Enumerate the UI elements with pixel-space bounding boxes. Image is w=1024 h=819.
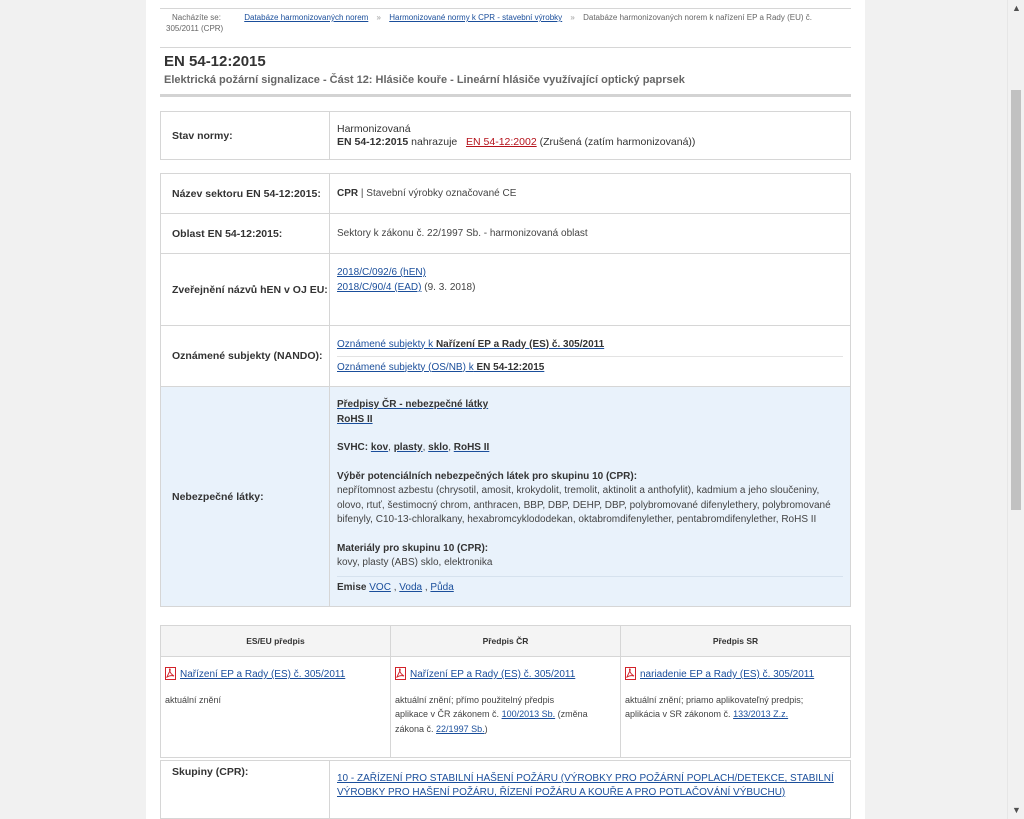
cz-regulation-link[interactable]: Nařízení EP a Rady (ES) č. 305/2011: [410, 669, 575, 680]
status-row: Stav normy: Harmonizovaná EN 54-12:2015 …: [160, 111, 851, 160]
oj-row: Zveřejnění názvů hEN v OJ EU: 2018/C/092…: [160, 253, 851, 326]
regulations-header-row: ES/EU předpis Předpis ČR Předpis SR: [160, 625, 851, 657]
status-label: Stav normy:: [160, 111, 330, 160]
details-table: Název sektoru EN 54-12:2015: CPR | Stave…: [160, 173, 851, 607]
nando-standard-link[interactable]: Oznámené subjekty (OS/NB) k EN 54-12:201…: [337, 362, 544, 373]
svhc-kov-link[interactable]: kov: [371, 442, 388, 453]
eu-regulation-link[interactable]: Nařízení EP a Rady (ES) č. 305/2011: [180, 669, 345, 680]
sk-regulation-cell: nariadenie EP a Rady (ES) č. 305/2011 ak…: [620, 656, 851, 758]
oj-link-hen[interactable]: 2018/C/092/6 (hEN): [337, 267, 426, 278]
nando-row: Oznámené subjekty (NANDO): Oznámené subj…: [160, 325, 851, 387]
sk-regulation-link[interactable]: nariadenie EP a Rady (ES) č. 305/2011: [640, 669, 814, 680]
header-eu-regulation: ES/EU předpis: [160, 625, 391, 657]
pdf-icon: [165, 667, 176, 680]
nando-line-regulation: Oznámené subjekty k Nařízení EP a Rady (…: [337, 334, 843, 357]
sk-regulation-note: aktuální znění; priamo aplikovateľný pre…: [625, 694, 804, 720]
status-code: EN 54-12:2015: [337, 136, 409, 148]
status-replaces: EN 54-12:2015 nahrazuje EN 54-12:2002 (Z…: [337, 136, 843, 148]
breadcrumb-item-cpr[interactable]: Harmonizované normy k CPR - stavební výr…: [389, 13, 562, 22]
status-table: Stav normy: Harmonizovaná EN 54-12:2015 …: [160, 111, 851, 160]
emission-soil-link[interactable]: Půda: [430, 582, 453, 593]
area-row: Oblast EN 54-12:2015: Sektory k zákonu č…: [160, 213, 851, 254]
nando-value: Oznámené subjekty k Nařízení EP a Rady (…: [329, 325, 851, 387]
title-divider: [160, 94, 851, 97]
regulations-row: Nařízení EP a Rady (ES) č. 305/2011 aktu…: [160, 656, 851, 758]
cz-law-100-link[interactable]: 100/2013 Sb.: [502, 709, 556, 719]
groups-value: 10 - ZAŘÍZENÍ PRO STABILNÍ HAŠENÍ POŽÁRU…: [329, 760, 851, 819]
oj-label: Zveřejnění názvů hEN v OJ EU:: [160, 253, 330, 326]
sector-label: Název sektoru EN 54-12:2015:: [160, 173, 330, 214]
vertical-scrollbar[interactable]: ▲ ▼: [1007, 0, 1024, 819]
breadcrumb-separator: »: [376, 13, 381, 22]
cz-law-22-link[interactable]: 22/1997 Sb.: [436, 724, 485, 734]
groups-label: Skupiny (CPR):: [160, 760, 330, 819]
sector-text: | Stavební výrobky označované CE: [360, 188, 517, 199]
oj-value: 2018/C/092/6 (hEN) 2018/C/90/4 (EAD) (9.…: [329, 253, 851, 326]
breadcrumb: Nacházíte se: Databáze harmonizovaných n…: [160, 8, 851, 48]
scroll-up-arrow-icon[interactable]: ▲: [1008, 0, 1024, 17]
svhc-line: SVHC: kov, plasty, sklo, RoHS II: [337, 442, 490, 453]
breadcrumb-separator: »: [570, 13, 575, 22]
nando-line-standard: Oznámené subjekty (OS/NB) k EN 54-12:201…: [337, 357, 843, 379]
breadcrumb-item-database[interactable]: Databáze harmonizovaných norem: [244, 13, 368, 22]
cz-regulation-note: aktuální znění; přímo použitelný předpis…: [395, 694, 588, 734]
eu-regulation-cell: Nařízení EP a Rady (ES) č. 305/2011 aktu…: [160, 656, 391, 758]
emissions-line: Emise VOC , Voda , Půda: [337, 575, 843, 596]
status-value: Harmonizovaná EN 54-12:2015 nahrazuje EN…: [329, 111, 851, 160]
replaced-standard-link[interactable]: EN 54-12:2002: [466, 136, 537, 148]
scroll-down-arrow-icon[interactable]: ▼: [1008, 802, 1024, 819]
group-10-link[interactable]: 10 - ZAŘÍZENÍ PRO STABILNÍ HAŠENÍ POŽÁRU…: [337, 773, 834, 798]
breadcrumb-label: Nacházíte se:: [172, 13, 221, 22]
svhc-rohs-link[interactable]: RoHS II: [454, 442, 490, 453]
area-label: Oblast EN 54-12:2015:: [160, 213, 330, 254]
pdf-icon: [625, 667, 636, 680]
svhc-sklo-link[interactable]: sklo: [428, 442, 448, 453]
oj-link-ead[interactable]: 2018/C/90/4 (EAD): [337, 282, 422, 293]
page-title: EN 54-12:2015: [164, 53, 266, 70]
nando-label: Oznámené subjekty (NANDO):: [160, 325, 330, 387]
materials-text: kovy, plasty (ABS) sklo, elektronika: [337, 557, 493, 568]
sector-row: Název sektoru EN 54-12:2015: CPR | Stave…: [160, 173, 851, 214]
pdf-icon: [395, 667, 406, 680]
eu-regulation-note: aktuální znění: [165, 694, 222, 705]
substances-title: Výběr potenciálních nebezpečných látek p…: [337, 470, 638, 482]
materials-title: Materiály pro skupinu 10 (CPR):: [337, 542, 489, 554]
replaced-note: (Zrušená (zatím harmonizovaná)): [539, 136, 696, 148]
header-sk-regulation: Předpis SR: [620, 625, 851, 657]
sector-value: CPR | Stavební výrobky označované CE: [329, 173, 851, 214]
page-subtitle: Elektrická požární signalizace - Část 12…: [164, 74, 685, 86]
cz-regulation-cell: Nařízení EP a Rady (ES) č. 305/2011 aktu…: [390, 656, 621, 758]
sk-law-133-link[interactable]: 133/2013 Z.z.: [733, 709, 788, 719]
svhc-plasty-link[interactable]: plasty: [394, 442, 423, 453]
groups-table: Skupiny (CPR): 10 - ZAŘÍZENÍ PRO STABILN…: [160, 760, 851, 819]
regulations-table: ES/EU předpis Předpis ČR Předpis SR Naří…: [160, 625, 851, 758]
nando-regulation-link[interactable]: Oznámené subjekty k Nařízení EP a Rady (…: [337, 339, 604, 350]
scroll-thumb[interactable]: [1011, 90, 1021, 510]
emission-water-link[interactable]: Voda: [399, 582, 422, 593]
rohs-link[interactable]: RoHS II: [337, 414, 373, 425]
header-cz-regulation: Předpis ČR: [390, 625, 621, 657]
emission-voc-link[interactable]: VOC: [369, 582, 391, 593]
area-value: Sektory k zákonu č. 22/1997 Sb. - harmon…: [329, 213, 851, 254]
oj-date: (9. 3. 2018): [424, 282, 476, 293]
dangerous-row: Nebezpečné látky: Předpisy ČR - nebezpeč…: [160, 386, 851, 607]
sector-bold: CPR: [337, 188, 359, 199]
status-replaces-text: nahrazuje: [411, 136, 458, 148]
dangerous-cr-link[interactable]: Předpisy ČR - nebezpečné látky: [337, 399, 488, 410]
page-content: Nacházíte se: Databáze harmonizovaných n…: [146, 0, 865, 819]
dangerous-label: Nebezpečné látky:: [160, 386, 330, 607]
status-text: Harmonizovaná: [337, 123, 411, 135]
groups-row: Skupiny (CPR): 10 - ZAŘÍZENÍ PRO STABILN…: [160, 760, 851, 819]
dangerous-value: Předpisy ČR - nebezpečné látky RoHS II S…: [329, 386, 851, 607]
substances-text: nepřítomnost azbestu (chrysotil, amosit,…: [337, 485, 831, 525]
